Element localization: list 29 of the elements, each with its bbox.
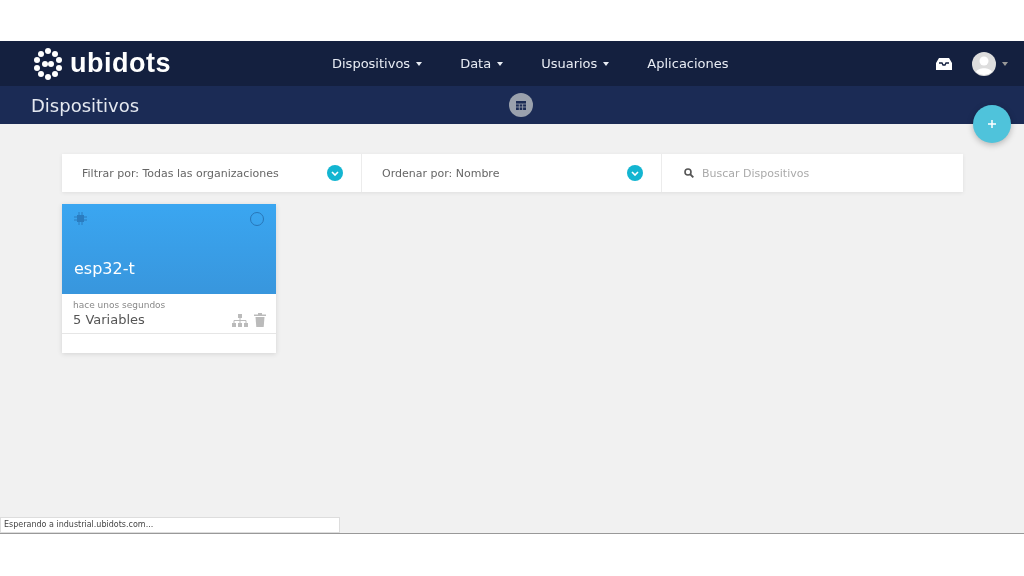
table-icon <box>516 100 526 110</box>
logo-dots-icon <box>32 47 64 80</box>
avatar-icon[interactable] <box>972 51 996 76</box>
logo-text: ubidots <box>70 48 171 79</box>
page-title: Dispositivos <box>31 94 141 116</box>
chevron-down-icon <box>327 165 343 181</box>
device-card[interactable]: esp32-t hace unos segundos 5 Variables <box>62 204 276 353</box>
variables-count: 5 Variables <box>73 312 146 327</box>
caret-icon <box>1002 61 1008 66</box>
caret-icon <box>603 61 610 66</box>
search-field[interactable]: Buscar Dispositivos <box>700 165 963 181</box>
caret-icon <box>416 61 423 66</box>
status-bar: Esperando a industrial.ubidots.com... <box>0 517 340 533</box>
nav-menu-item[interactable]: Data <box>460 56 504 71</box>
nav-menu-item[interactable]: Aplicaciones <box>647 56 729 71</box>
nav-menu-item[interactable]: Dispositivos <box>332 56 423 71</box>
sort-dropdown[interactable]: Ordenar por: Nombre <box>362 154 662 192</box>
caret-icon <box>497 61 504 66</box>
search-icon <box>684 168 694 178</box>
chip-icon <box>74 212 87 225</box>
chevron-down-icon <box>627 165 643 181</box>
inbox-icon[interactable] <box>936 57 952 70</box>
calendar-button[interactable] <box>509 93 533 117</box>
add-button[interactable] <box>973 105 1011 143</box>
device-name: esp32-t <box>74 259 136 280</box>
filter-dropdown[interactable]: Filtrar por: Todas las organizaciones <box>62 154 362 192</box>
plus-icon <box>988 120 996 128</box>
nav-menu-item[interactable]: Usuarios <box>541 56 610 71</box>
last-activity: hace unos segundos <box>73 300 166 310</box>
